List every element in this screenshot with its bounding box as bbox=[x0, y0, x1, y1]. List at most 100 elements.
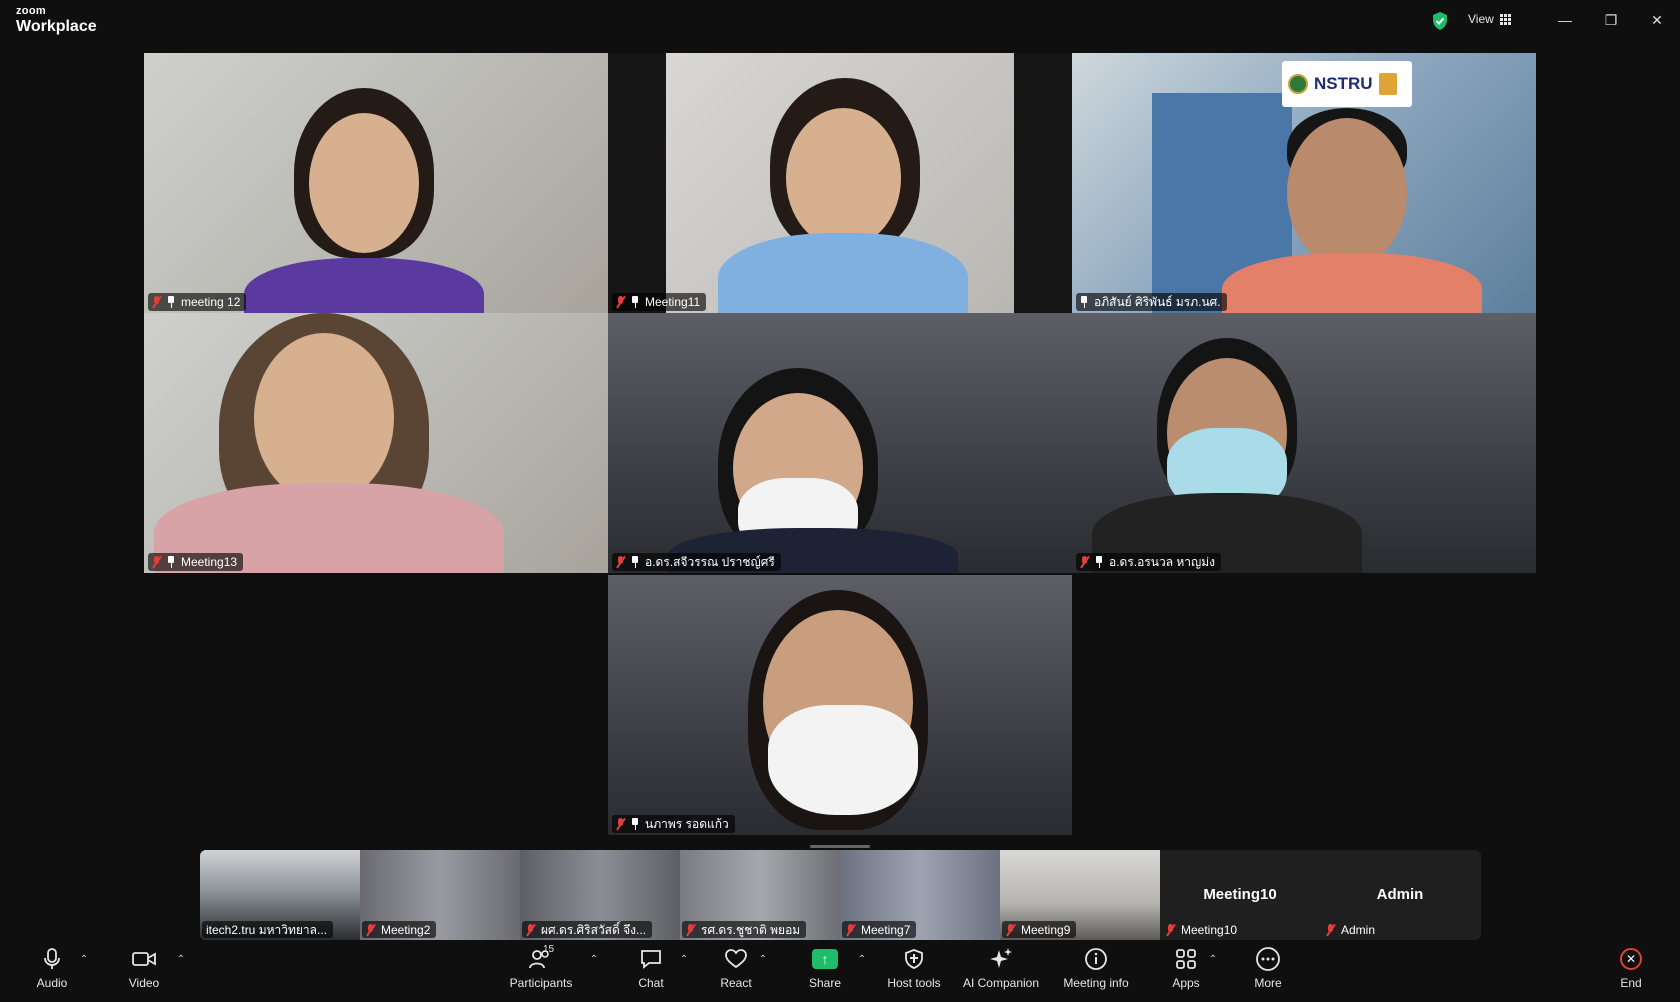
logo-brand: zoom bbox=[16, 5, 46, 17]
pin-icon bbox=[167, 556, 175, 568]
pin-icon bbox=[631, 296, 639, 308]
participants-label: Participants bbox=[509, 976, 573, 990]
participant-name-label: meeting 12 bbox=[148, 293, 247, 311]
mic-muted-icon bbox=[1326, 923, 1335, 936]
participants-options-chevron-up-icon[interactable]: ⌃ bbox=[588, 954, 600, 966]
end-button[interactable]: ✕ End bbox=[1616, 946, 1646, 996]
grid-view-icon bbox=[1499, 13, 1511, 25]
chat-bubble-icon bbox=[641, 950, 661, 969]
meeting-toolbar: Audio ⌃ Video ⌃ 15 Participants ⌃ Chat ⌃… bbox=[0, 940, 1680, 1002]
host-tools-label: Host tools bbox=[887, 976, 941, 990]
pin-icon bbox=[167, 296, 175, 308]
participant-name-label: Meeting7 bbox=[842, 921, 917, 938]
more-button[interactable]: More bbox=[1250, 946, 1286, 996]
video-tile[interactable]: Meeting13 bbox=[144, 313, 608, 573]
title-bar: zoom Workplace View — ❐ ✕ bbox=[0, 0, 1680, 48]
chat-label: Chat bbox=[638, 976, 664, 990]
participant-name-label: นภาพร รอดแก้ว bbox=[612, 815, 735, 833]
meeting-info-button[interactable]: Meeting info bbox=[1060, 946, 1132, 996]
end-label: End bbox=[1620, 976, 1642, 990]
participant-name: Meeting9 bbox=[1021, 922, 1071, 937]
react-label: React bbox=[720, 976, 752, 990]
react-button[interactable]: React bbox=[717, 946, 755, 996]
thumbnail-strip: itech2.tru มหาวิทยาล... Meeting2 ผศ.ดร.ศ… bbox=[200, 850, 1481, 940]
mic-muted-icon bbox=[1006, 923, 1015, 936]
minimize-icon[interactable]: — bbox=[1553, 10, 1577, 30]
mic-muted-icon bbox=[616, 818, 625, 830]
participant-name: Admin bbox=[1341, 922, 1376, 937]
shield-check-icon[interactable] bbox=[1431, 11, 1449, 31]
share-options-chevron-up-icon[interactable]: ⌃ bbox=[856, 954, 868, 966]
thumbnail-tile[interactable]: itech2.tru มหาวิทยาล... bbox=[200, 850, 360, 940]
close-icon[interactable]: ✕ bbox=[1645, 10, 1669, 30]
video-tile[interactable]: อ.ดร.อรนวล หาญม่ง bbox=[1072, 313, 1536, 573]
heart-icon bbox=[725, 949, 747, 969]
participant-name-label: Meeting9 bbox=[1002, 921, 1077, 938]
participants-button[interactable]: 15 Participants bbox=[508, 944, 574, 996]
apps-icon bbox=[1176, 949, 1196, 969]
mic-muted-icon bbox=[846, 923, 855, 936]
participant-name: Meeting7 bbox=[861, 922, 911, 937]
participant-name-label: Admin bbox=[1322, 921, 1381, 938]
participant-name: Meeting2 bbox=[381, 922, 431, 937]
thumbnail-tile[interactable]: ผศ.ดร.ศิริสวัสดิ์ จึง... bbox=[520, 850, 680, 940]
thumbnail-tile[interactable]: รศ.ดร.ชูชาติ พยอม bbox=[680, 850, 840, 940]
pin-icon bbox=[1080, 296, 1088, 308]
participant-display-name: Meeting10 bbox=[1203, 886, 1277, 903]
thumbnail-tile[interactable]: Meeting10 Meeting10 bbox=[1160, 850, 1320, 940]
apps-options-chevron-up-icon[interactable]: ⌃ bbox=[1207, 954, 1219, 966]
strip-drag-handle[interactable] bbox=[810, 845, 870, 848]
apps-button[interactable]: Apps bbox=[1168, 946, 1204, 996]
participant-name-label: อ.ดร.สจีวรรณ ปราชญ์ศรี bbox=[612, 553, 781, 571]
video-tile[interactable]: meeting 12 bbox=[144, 53, 608, 313]
nstru-logo: NSTRU bbox=[1282, 61, 1412, 107]
participant-name-label: ผศ.ดร.ศิริสวัสดิ์ จึง... bbox=[522, 921, 653, 938]
logo-product: Workplace bbox=[16, 18, 97, 35]
share-button[interactable]: ↑ Share bbox=[806, 946, 844, 996]
ai-companion-button[interactable]: AI Companion bbox=[961, 946, 1041, 996]
end-meeting-icon: ✕ bbox=[1620, 948, 1642, 970]
chat-button[interactable]: Chat bbox=[634, 946, 668, 996]
video-tile[interactable]: นภาพร รอดแก้ว bbox=[608, 575, 1072, 835]
restore-icon[interactable]: ❐ bbox=[1599, 10, 1623, 30]
participant-name-label: Meeting11 bbox=[612, 293, 707, 311]
mic-muted-icon bbox=[366, 923, 375, 936]
video-options-chevron-up-icon[interactable]: ⌃ bbox=[175, 954, 187, 966]
mic-muted-icon bbox=[686, 923, 695, 936]
view-label: View bbox=[1468, 12, 1494, 26]
camera-icon bbox=[132, 952, 156, 966]
video-button[interactable]: Video bbox=[126, 946, 162, 996]
audio-options-chevron-up-icon[interactable]: ⌃ bbox=[78, 954, 90, 966]
thumbnail-tile[interactable]: Meeting9 bbox=[1000, 850, 1160, 940]
video-tile[interactable]: Meeting11 bbox=[608, 53, 1072, 313]
participant-name: รศ.ดร.ชูชาติ พยอม bbox=[701, 922, 801, 937]
participant-name-label: Meeting13 bbox=[148, 553, 244, 571]
apps-label: Apps bbox=[1172, 976, 1200, 990]
participant-name: อภิสันย์ ศิริพันธ์ มรภ.นศ. bbox=[1094, 295, 1221, 309]
video-tile[interactable]: อ.ดร.สจีวรรณ ปราชญ์ศรี bbox=[608, 313, 1072, 573]
more-label: More bbox=[1254, 976, 1282, 990]
mic-muted-icon bbox=[152, 296, 161, 308]
view-button[interactable]: View bbox=[1468, 12, 1511, 26]
participant-name: Meeting10 bbox=[1181, 922, 1238, 937]
chat-options-chevron-up-icon[interactable]: ⌃ bbox=[678, 954, 690, 966]
pin-icon bbox=[631, 556, 639, 568]
sparkle-icon bbox=[990, 948, 1012, 968]
thumbnail-tile[interactable]: Admin Admin bbox=[1320, 850, 1480, 940]
meeting-info-label: Meeting info bbox=[1063, 976, 1129, 990]
mic-muted-icon bbox=[526, 923, 535, 936]
video-label: Video bbox=[128, 976, 160, 990]
host-tools-button[interactable]: Host tools bbox=[886, 946, 942, 996]
video-tile[interactable]: NSTRU อภิสันย์ ศิริพันธ์ มรภ.นศ. bbox=[1072, 53, 1536, 313]
audio-button[interactable]: Audio bbox=[34, 946, 70, 996]
ai-companion-label: AI Companion bbox=[962, 976, 1040, 990]
participant-name: อ.ดร.อรนวล หาญม่ง bbox=[1109, 555, 1216, 569]
participant-name-label: อ.ดร.อรนวล หาญม่ง bbox=[1076, 553, 1222, 571]
mic-muted-icon bbox=[152, 556, 161, 568]
more-dots-icon bbox=[1256, 947, 1280, 971]
participant-name-label: อภิสันย์ ศิริพันธ์ มรภ.นศ. bbox=[1076, 293, 1227, 311]
participant-name: itech2.tru มหาวิทยาล... bbox=[206, 922, 328, 937]
thumbnail-tile[interactable]: Meeting7 bbox=[840, 850, 1000, 940]
thumbnail-tile[interactable]: Meeting2 bbox=[360, 850, 520, 940]
react-options-chevron-up-icon[interactable]: ⌃ bbox=[757, 954, 769, 966]
